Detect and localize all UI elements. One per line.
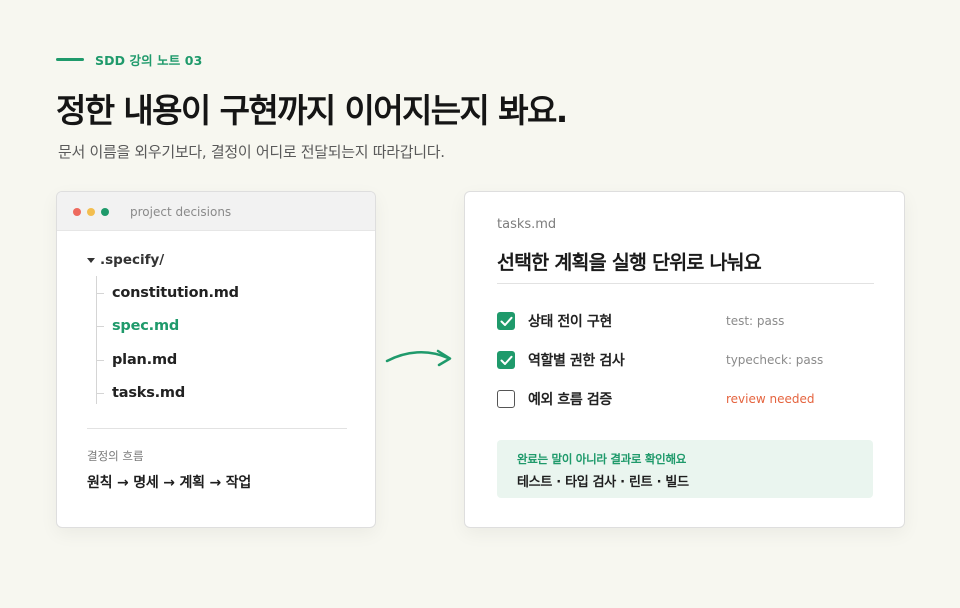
file-constitution[interactable]: constitution.md [96,283,239,303]
tree-branch [96,392,104,394]
checkmark-icon [500,316,512,326]
eyebrow-accent-line [56,58,84,61]
tree-branch [96,292,104,294]
file-spec[interactable]: spec.md [96,316,179,336]
divider [87,428,347,429]
tree-branch [96,325,104,327]
checkmark-icon [500,355,512,365]
document-title: 선택한 계획을 실행 단위로 나눠요 [497,251,762,274]
task-item: 예외 흐름 검증 review needed [497,389,874,409]
eyebrow: SDD 강의 노트 03 [56,50,202,69]
file-name: plan.md [112,352,178,368]
folder-name: .specify/ [100,252,165,268]
file-name-active: spec.md [112,318,180,334]
tasks-document: tasks.md 선택한 계획을 실행 단위로 나눠요 상태 전이 구현 tes… [464,191,905,528]
divider [497,283,874,284]
flow-label: 결정의 흐름 [87,449,144,463]
callout-body: 테스트 · 타입 검사 · 린트 · 빌드 [517,475,689,490]
task-label: 예외 흐름 검증 [528,392,612,408]
eyebrow-text: SDD 강의 노트 03 [95,53,203,68]
task-item: 역할별 권한 검사 typecheck: pass [497,350,874,370]
file-name: constitution.md [112,285,239,301]
task-label: 상태 전이 구현 [528,314,612,330]
file-plan[interactable]: plan.md [96,350,177,370]
task-item: 상태 전이 구현 test: pass [497,311,874,331]
task-status-warning: review needed [726,392,815,406]
document-file-name: tasks.md [497,217,557,232]
page-title: 정한 내용이 구현까지 이어지는지 봐요. [56,91,568,130]
arrow-right-icon [385,349,452,367]
file-tasks[interactable]: tasks.md [96,383,185,403]
project-decisions-window: project decisions .specify/ constitution… [56,191,376,528]
page-subtitle: 문서 이름을 외우기보다, 결정이 어디로 전달되는지 따라갑니다. [58,143,445,161]
window-titlebar: project decisions [57,192,375,231]
callout-title: 완료는 말이 아니라 결과로 확인해요 [517,452,687,466]
task-status: test: pass [726,314,785,328]
task-checkbox-checked[interactable] [497,351,515,369]
task-status: typecheck: pass [726,353,824,367]
task-checkbox-unchecked[interactable] [497,390,515,408]
window-maximize-dot [101,208,109,216]
window-minimize-dot [87,208,95,216]
file-name: tasks.md [112,385,186,401]
window-close-dot [73,208,81,216]
caret-down-icon [87,257,95,263]
completion-callout: 완료는 말이 아니라 결과로 확인해요 테스트 · 타입 검사 · 린트 · 빌… [497,440,873,498]
window-title: project decisions [130,205,232,219]
task-checkbox-checked[interactable] [497,312,515,330]
flow-value: 원칙 → 명세 → 계획 → 작업 [87,475,252,491]
task-label: 역할별 권한 검사 [528,353,625,369]
tree-branch [96,359,104,361]
folder-specify[interactable]: .specify/ [87,252,164,268]
